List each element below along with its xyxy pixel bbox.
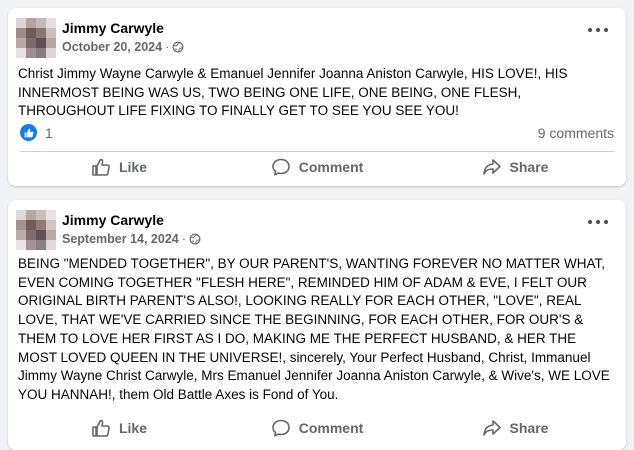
- share-icon: [482, 420, 501, 436]
- share-button[interactable]: Share: [416, 412, 614, 444]
- avatar[interactable]: [16, 18, 56, 58]
- post-text: Christ Jimmy Wayne Carwyle & Emanuel Jen…: [18, 66, 568, 119]
- comment-button[interactable]: Comment: [218, 151, 416, 183]
- meta-separator: ·: [181, 232, 186, 246]
- share-button[interactable]: Share: [416, 151, 614, 183]
- meta-separator: ·: [165, 40, 170, 54]
- more-options-icon[interactable]: [588, 220, 608, 226]
- post-meta: September 14, 2024 ·: [62, 232, 201, 246]
- author-name[interactable]: Jimmy Carwyle: [62, 212, 164, 228]
- blurred-profile-picture: [16, 18, 56, 58]
- blurred-profile-picture: [16, 210, 56, 250]
- post-date[interactable]: September 14, 2024: [62, 232, 179, 246]
- thumbs-up-icon: [20, 124, 37, 141]
- post-date[interactable]: October 20, 2024: [62, 40, 162, 54]
- post-card: Jimmy Carwyle October 20, 2024 · Christ …: [8, 8, 626, 186]
- like-icon: [92, 158, 110, 176]
- more-options-icon[interactable]: [588, 28, 608, 34]
- like-button[interactable]: Like: [20, 151, 218, 183]
- post-meta: October 20, 2024 ·: [62, 40, 184, 54]
- globe-icon[interactable]: [172, 41, 184, 53]
- globe-icon[interactable]: [189, 233, 201, 245]
- post-card: Jimmy Carwyle September 14, 2024 · BEING…: [8, 200, 626, 450]
- comment-label: Comment: [298, 159, 364, 175]
- like-icon: [92, 419, 110, 437]
- reaction-count: 1: [45, 124, 53, 141]
- post-text: BEING "MENDED TOGETHER", BY OUR PARENT'S…: [18, 256, 610, 402]
- comment-icon: [271, 419, 290, 437]
- comments-count-link[interactable]: 9 comments: [538, 125, 614, 141]
- reactions-summary[interactable]: 1: [20, 124, 53, 141]
- avatar[interactable]: [16, 210, 56, 250]
- like-label: Like: [118, 159, 147, 175]
- author-name[interactable]: Jimmy Carwyle: [62, 20, 164, 36]
- comment-button[interactable]: Comment: [218, 412, 416, 444]
- like-button[interactable]: Like: [20, 412, 218, 444]
- comment-icon: [271, 158, 290, 176]
- post-actions: Like Comment Share: [20, 151, 614, 183]
- post-actions: Like Comment Share: [20, 412, 614, 444]
- share-icon: [482, 159, 501, 175]
- share-label: Share: [509, 159, 549, 175]
